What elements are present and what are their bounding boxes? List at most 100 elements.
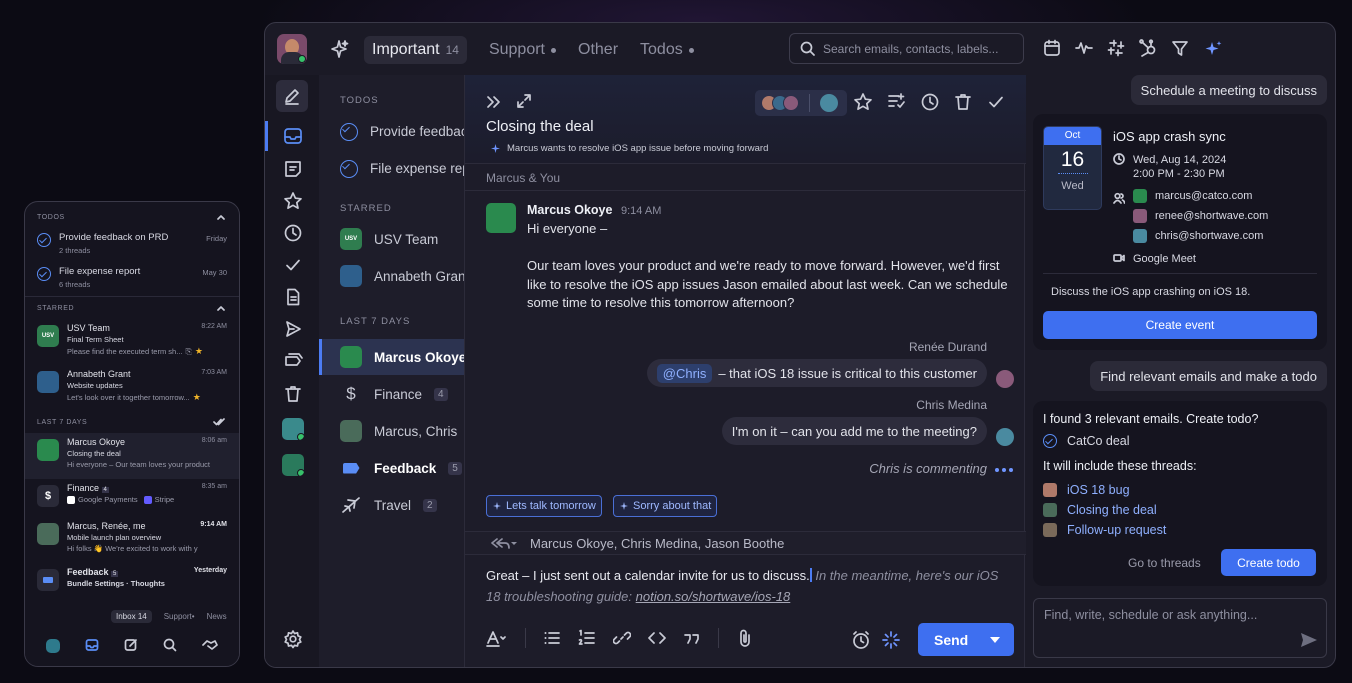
code-icon[interactable]	[648, 629, 666, 647]
attachment-icon[interactable]	[736, 628, 754, 648]
calendar-icon[interactable]	[1043, 39, 1061, 57]
mobile-thread-row[interactable]: Annabeth Grant 7:03 AM Website updates Le…	[25, 365, 239, 411]
mobile-tab-inbox[interactable]: Inbox 14	[111, 609, 152, 623]
schedule-send-icon[interactable]	[851, 630, 871, 650]
chevron-up-icon[interactable]	[217, 305, 225, 311]
inbox-item-selected[interactable]: Marcus Okoye	[319, 339, 464, 375]
tab-todos[interactable]: Todos	[640, 41, 694, 59]
draft-link[interactable]: notion.so/shortwave/ios-18	[636, 589, 791, 604]
sent-nav[interactable]	[279, 315, 307, 343]
thread-link[interactable]: Closing the deal	[1043, 503, 1157, 517]
hubspot-icon[interactable]	[1139, 39, 1157, 57]
done-check-icon[interactable]	[986, 92, 1006, 112]
collapse-icon[interactable]	[485, 93, 503, 111]
check-circle-icon[interactable]	[37, 233, 51, 247]
inbox-item[interactable]: Feedback 5	[319, 450, 464, 486]
tab-other[interactable]: Other	[578, 41, 618, 59]
comment-bubble[interactable]: I'm on it – can you add me to the meetin…	[721, 417, 987, 445]
chevron-down-icon[interactable]	[990, 636, 1001, 643]
star-icon[interactable]: ★	[195, 346, 203, 357]
expand-icon[interactable]	[515, 92, 533, 110]
settings-button[interactable]	[279, 625, 307, 653]
sender-avatar[interactable]	[486, 203, 516, 233]
star-icon[interactable]	[853, 92, 873, 112]
ai-sparkle-icon[interactable]	[1203, 39, 1223, 59]
check-circle-icon[interactable]	[340, 159, 358, 178]
numbered-list-icon[interactable]	[578, 629, 596, 647]
search-icon[interactable]	[163, 638, 177, 652]
smart-reply-chip[interactable]: Lets talk tomorrow	[486, 495, 602, 517]
avatar: USV	[340, 228, 362, 250]
done-nav[interactable]	[279, 251, 307, 279]
contact-avatar[interactable]	[279, 415, 307, 443]
tab-support[interactable]: Support	[489, 41, 556, 59]
snoozed-nav[interactable]	[279, 219, 307, 247]
handshake-icon[interactable]	[202, 638, 219, 652]
mobile-tab-news[interactable]: News	[207, 612, 227, 621]
snooze-clock-icon[interactable]	[920, 92, 940, 112]
inbox-item[interactable]: USV USV Team	[319, 221, 464, 257]
inbox-icon[interactable]	[85, 638, 99, 652]
mobile-tab-support[interactable]: Support•	[164, 612, 195, 621]
mobile-thread-row[interactable]: Marcus Okoye 8:06 am Closing the deal Hi …	[25, 433, 239, 479]
mobile-thread-row[interactable]: Marcus, Renée, me 9:14 AM Mobile launch p…	[25, 517, 239, 563]
link-icon[interactable]	[613, 629, 631, 647]
inbox-item[interactable]: Marcus, Chris	[319, 413, 464, 449]
mention[interactable]: @Chris	[656, 363, 713, 383]
text-format-icon[interactable]	[486, 629, 508, 647]
check-circle-icon[interactable]	[340, 122, 358, 141]
contact-avatar[interactable]	[279, 451, 307, 479]
sparkle-icon[interactable]	[329, 39, 349, 59]
slack-icon[interactable]	[1107, 39, 1125, 57]
bullet-list-icon[interactable]	[543, 629, 561, 647]
notes-nav[interactable]	[279, 155, 307, 183]
sender-name[interactable]: Marcus Okoye	[527, 203, 612, 217]
compose-icon[interactable]	[124, 638, 138, 652]
smart-reply-chip[interactable]: Sorry about that	[613, 495, 718, 517]
compose-body[interactable]: Great – I just sent out a calendar invit…	[486, 565, 1016, 607]
check-all-icon[interactable]	[213, 418, 225, 426]
search-input[interactable]: Search emails, contacts, labels...	[789, 33, 1024, 64]
compose-button[interactable]	[276, 80, 308, 112]
user-avatar[interactable]	[277, 34, 307, 64]
inbox-item[interactable]: Annabeth Grant	[319, 258, 464, 294]
create-todo-button[interactable]: Create todo	[1221, 549, 1316, 576]
star-icon[interactable]: ★	[193, 392, 201, 403]
activity-icon[interactable]	[1075, 39, 1093, 57]
profile-avatar[interactable]	[45, 639, 60, 653]
assistant-input[interactable]: Find, write, schedule or ask anything...	[1033, 598, 1327, 658]
starred-nav[interactable]	[279, 187, 307, 215]
reply-all-icon[interactable]	[489, 537, 517, 551]
filter-icon[interactable]	[1171, 39, 1189, 57]
reply-recipients[interactable]: Marcus Okoye, Chris Medina, Jason Boothe	[465, 531, 1026, 555]
thread-link[interactable]: iOS 18 bug	[1043, 483, 1130, 497]
trash-nav[interactable]	[279, 380, 307, 408]
inbox-item[interactable]: $ Finance 4	[319, 376, 464, 412]
ai-assist-icon[interactable]	[881, 630, 901, 650]
inbox-item[interactable]: Travel 2	[319, 487, 464, 523]
label-icon	[340, 462, 362, 474]
thread-link[interactable]: Follow-up request	[1043, 523, 1166, 537]
mobile-todo-item[interactable]: Provide feedback on PRD 2 threads Friday	[25, 228, 239, 262]
todo-item[interactable]: File expense report	[319, 150, 464, 186]
chevron-up-icon[interactable]	[217, 214, 225, 220]
todo-item[interactable]: Provide feedback on PRD	[319, 113, 464, 149]
send-button[interactable]: Send	[918, 623, 1014, 656]
inbox-nav[interactable]	[279, 122, 307, 150]
tab-important[interactable]: Important 14	[364, 36, 467, 64]
check-circle-icon[interactable]	[37, 267, 51, 281]
mobile-thread-row[interactable]: USV USV Team 8:22 AM Final Term Sheet Ple…	[25, 319, 239, 365]
drafts-nav[interactable]	[279, 283, 307, 311]
mobile-todo-item[interactable]: File expense report 6 threads May 30	[25, 262, 239, 296]
add-todo-icon[interactable]	[886, 92, 906, 112]
comment-bubble[interactable]: @Chris – that iOS 18 issue is critical t…	[646, 359, 987, 387]
mobile-thread-row[interactable]: $ Finance 4 8:35 am Google Payments Stripe	[25, 479, 239, 517]
send-icon[interactable]	[1300, 632, 1318, 648]
create-event-button[interactable]: Create event	[1043, 311, 1317, 339]
quote-icon[interactable]	[683, 629, 701, 647]
trash-icon[interactable]	[953, 92, 973, 112]
mobile-thread-row[interactable]: Feedback 5 Yesterday Bundle Settings · Th…	[25, 563, 239, 593]
labels-nav[interactable]	[279, 347, 307, 375]
go-to-threads-button[interactable]: Go to threads	[1128, 556, 1201, 570]
participants-avatars[interactable]	[755, 90, 847, 116]
